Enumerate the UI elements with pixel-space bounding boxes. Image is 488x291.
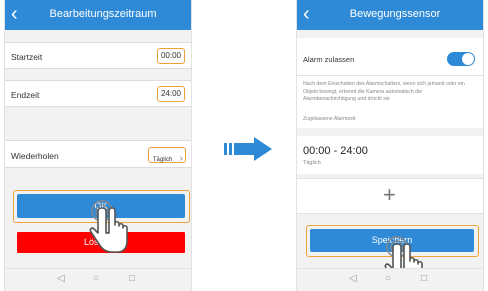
start-time-row[interactable]: Startzeit 00:00 bbox=[5, 42, 191, 69]
title-bar: ‹ Bearbeitungszeitraum bbox=[5, 0, 191, 30]
alarm-toggle[interactable] bbox=[447, 52, 475, 66]
end-time-value[interactable]: 24:00 bbox=[156, 86, 185, 102]
page-title: Bearbeitungszeitraum bbox=[49, 8, 157, 20]
repeat-selector[interactable]: Täglich › bbox=[147, 147, 186, 164]
allowed-time-label: Zugelassene Alarmzeit bbox=[303, 116, 356, 122]
start-time-value[interactable]: 00:00 bbox=[156, 48, 185, 64]
tap-hand-icon bbox=[89, 200, 128, 253]
arrow-right-icon bbox=[224, 137, 272, 161]
page-title: Bewegungssensor bbox=[349, 8, 441, 20]
alarm-panel: Alarm zulassen Nach dem Einschalten des … bbox=[297, 38, 483, 128]
nav-back-icon[interactable]: ◁ bbox=[349, 273, 357, 284]
time-range-repeat: Täglich bbox=[303, 160, 321, 166]
add-icon[interactable]: + bbox=[383, 184, 396, 206]
time-range-value: 00:00 - 24:00 bbox=[303, 145, 368, 157]
system-nav-bar: ◁ ○ □ bbox=[297, 268, 483, 291]
nav-recent-icon[interactable]: □ bbox=[129, 273, 135, 284]
system-nav-bar: ◁ ○ □ bbox=[5, 268, 191, 291]
nav-home-icon[interactable]: ○ bbox=[93, 273, 99, 284]
nav-recent-icon[interactable]: □ bbox=[421, 273, 427, 284]
left-phone-screen: ‹ Bearbeitungszeitraum Startzeit 00:00 E… bbox=[5, 0, 191, 291]
repeat-label: Wiederholen bbox=[11, 151, 59, 161]
end-time-label: Endzeit bbox=[11, 90, 40, 100]
back-icon[interactable]: ‹ bbox=[11, 3, 18, 25]
chevron-right-icon: › bbox=[179, 153, 183, 164]
toggle-knob bbox=[462, 53, 474, 65]
back-icon[interactable]: ‹ bbox=[303, 3, 310, 25]
add-time-row[interactable]: + bbox=[297, 178, 483, 214]
start-time-label: Startzeit bbox=[11, 52, 43, 62]
alarm-label: Alarm zulassen bbox=[303, 55, 355, 64]
time-range-item[interactable]: 00:00 - 24:00 Täglich bbox=[297, 136, 483, 174]
alarm-description: Nach dem Einschalten des Alarmschalters,… bbox=[303, 81, 465, 103]
title-bar: ‹ Bewegungssensor bbox=[297, 0, 483, 30]
divider bbox=[297, 75, 483, 76]
nav-home-icon[interactable]: ○ bbox=[385, 273, 391, 284]
nav-back-icon[interactable]: ◁ bbox=[57, 273, 65, 284]
repeat-value: Täglich bbox=[152, 157, 173, 163]
right-phone-screen: ‹ Bewegungssensor Alarm zulassen Nach de… bbox=[297, 0, 483, 291]
end-time-row[interactable]: Endzeit 24:00 bbox=[5, 80, 191, 107]
repeat-row[interactable]: Wiederholen Täglich › bbox=[5, 140, 191, 168]
